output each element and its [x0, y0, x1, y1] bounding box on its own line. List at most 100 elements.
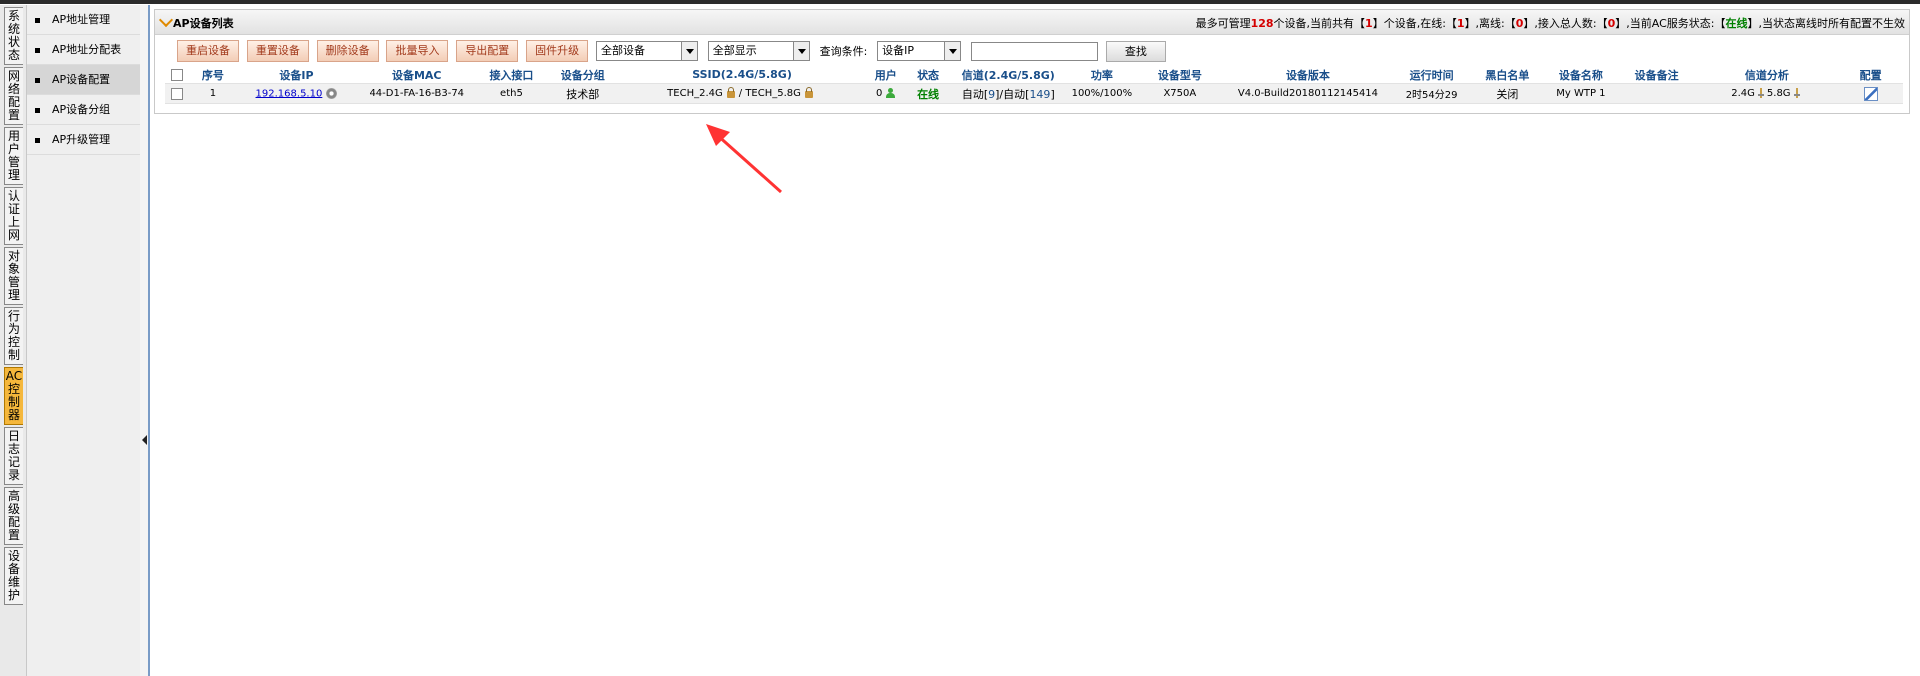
cell-channel-analysis: 2.4G 5.8G — [1695, 83, 1839, 104]
panel-title-text: AP设备列表 — [173, 17, 234, 30]
cell-power: 100%/100% — [1067, 83, 1137, 104]
chevron-down-icon[interactable] — [680, 42, 697, 60]
vtab-behavior-control[interactable]: 行为控制 — [4, 307, 23, 365]
vtab-auth[interactable]: 认证上网 — [4, 187, 23, 245]
chevron-down-icon[interactable] — [944, 42, 961, 60]
query-input[interactable] — [971, 41, 1098, 61]
vtab-advanced[interactable]: 高级配置 — [4, 487, 23, 545]
vtab-maintenance[interactable]: 设备维护 — [4, 547, 23, 605]
row-checkbox[interactable] — [171, 87, 184, 100]
vtab-ac-controller[interactable]: AC控制器 — [4, 367, 23, 425]
row-select — [165, 83, 190, 104]
submenu-item-ap-device-config[interactable]: AP设备配置 — [27, 65, 140, 95]
device-filter-select[interactable]: 全部设备 — [595, 41, 698, 61]
analysis-58g: 5.8G — [1766, 88, 1791, 99]
max-devices: 128 — [1250, 17, 1274, 30]
main-nav-tabs: 系统状态 网络配置 用户管理 认证上网 对象管理 行为控制 AC控制器 日志记录… — [0, 5, 27, 676]
cell-mac: 44-D1-FA-16-B3-74 — [356, 83, 477, 104]
bullet-icon — [35, 107, 40, 113]
analysis-24g: 2.4G — [1731, 88, 1755, 99]
antenna-icon[interactable] — [1793, 88, 1800, 98]
reboot-device-button[interactable]: 重启设备 — [177, 40, 239, 62]
header-channel-analysis: 信道分析 — [1744, 68, 1789, 82]
ssid-24g: TECH_2.4G — [667, 88, 723, 99]
reset-device-button[interactable]: 重置设备 — [246, 40, 309, 62]
firmware-upgrade-button[interactable]: 固件升级 — [526, 40, 589, 62]
collapse-arrow-icon[interactable] — [142, 435, 147, 445]
submenu-item-ap-group[interactable]: AP设备分组 — [27, 95, 140, 125]
toolbar: 重启设备 重置设备 删除设备 批量导入 导出配置 固件升级 全部设备 全部显示 … — [177, 40, 1166, 62]
query-field-select[interactable]: 设备IP — [877, 41, 962, 61]
status-badge: 在线 — [917, 87, 940, 101]
cell-channel: 自动[9]/自动[149] — [949, 83, 1068, 104]
device-filter-value: 全部设备 — [600, 44, 645, 57]
header-users: 用户 — [874, 68, 897, 82]
export-config-button[interactable]: 导出配置 — [456, 40, 519, 62]
delete-device-button[interactable]: 删除设备 — [316, 40, 379, 62]
submenu-item-label: AP设备配置 — [52, 73, 111, 86]
cell-uptime: 2时54分29 — [1392, 83, 1471, 104]
arrow-icon — [158, 12, 174, 28]
cell-version: V4.0-Build20180112145414 — [1223, 83, 1393, 104]
vtab-object-management[interactable]: 对象管理 — [4, 247, 23, 305]
submenu-item-label: AP升级管理 — [52, 133, 111, 146]
display-filter-select[interactable]: 全部显示 — [707, 41, 810, 61]
total-devices: 1 — [1365, 17, 1373, 30]
summary-text: 】个设备,在线:【 — [1372, 17, 1457, 30]
bullet-icon — [35, 47, 40, 53]
summary-text: 】,当状态离线时所有配置不生效 — [1747, 17, 1906, 30]
header-ip: 设备IP — [279, 68, 314, 82]
summary-text: 】,离线:【 — [1464, 17, 1516, 30]
user-icon[interactable] — [886, 88, 896, 98]
antenna-icon[interactable] — [1757, 88, 1764, 98]
header-uptime: 运行时间 — [1409, 68, 1454, 82]
header-channel: 信道(2.4G/5.8G) — [961, 68, 1055, 82]
header-mac: 设备MAC — [391, 68, 442, 82]
submenu-item-ap-address[interactable]: AP地址管理 — [27, 5, 140, 35]
vtab-user-management[interactable]: 用户管理 — [4, 127, 23, 185]
vtab-logs[interactable]: 日志记录 — [4, 427, 23, 485]
gear-icon[interactable] — [326, 87, 338, 99]
header-ssid: SSID(2.4G/5.8G) — [692, 68, 792, 81]
submenu-item-ap-upgrade[interactable]: AP升级管理 — [27, 125, 140, 155]
edit-icon[interactable] — [1863, 86, 1878, 101]
vtab-system-status[interactable]: 系统状态 — [4, 7, 23, 65]
device-ip-link[interactable]: 192.168.5.10 — [256, 88, 323, 99]
ssid-58g: TECH_5.8G — [745, 88, 801, 99]
header-interface: 接入接口 — [489, 68, 534, 82]
sidebar-collapse-handle[interactable] — [140, 5, 148, 676]
channel-24g: 9 — [988, 87, 996, 101]
bullet-icon — [35, 137, 40, 143]
header-name: 设备名称 — [1558, 68, 1603, 82]
select-all-header — [165, 66, 190, 84]
header-bwlist: 黑白名单 — [1485, 68, 1530, 82]
submenu-item-label: AP设备分组 — [52, 103, 111, 116]
channel-mode-58g: 自动 — [1003, 87, 1026, 101]
top-bar — [0, 0, 1920, 4]
display-filter-value: 全部显示 — [712, 44, 757, 57]
cell-ip: 192.168.5.10 — [236, 83, 357, 104]
header-status: 状态 — [917, 68, 940, 82]
ap-device-list-panel: AP设备列表 最多可管理128个设备,当前共有【1】个设备,在线:【1】,离线:… — [154, 9, 1910, 114]
submenu-item-label: AP地址分配表 — [52, 43, 122, 56]
select-all-checkbox[interactable] — [171, 69, 184, 81]
query-label: 查询条件: — [819, 45, 868, 58]
vtab-network-config[interactable]: 网络配置 — [4, 67, 23, 125]
query-field-value: 设备IP — [882, 44, 915, 57]
header-group: 设备分组 — [560, 68, 605, 82]
table-header-row: 序号 设备IP 设备MAC 接入接口 设备分组 SSID(2.4G/5.8G) … — [165, 66, 1903, 84]
cell-config — [1838, 83, 1903, 104]
annotation-arrow-head — [706, 124, 730, 146]
summary-text: 最多可管理 — [1195, 17, 1251, 30]
bullet-icon — [35, 77, 40, 83]
summary-text: 】,当前AC服务状态:【 — [1615, 17, 1726, 30]
user-count-value: 0 — [876, 88, 883, 99]
lock-icon — [726, 86, 735, 98]
submenu-item-ap-address-table[interactable]: AP地址分配表 — [27, 35, 140, 65]
channel-mode-24g: 自动 — [961, 87, 984, 101]
find-button[interactable]: 查找 — [1105, 40, 1166, 62]
batch-import-button[interactable]: 批量导入 — [386, 40, 449, 62]
cell-bwlist: 关闭 — [1470, 83, 1545, 104]
chevron-down-icon[interactable] — [792, 42, 809, 60]
summary-text: 】,接入总人数:【 — [1523, 17, 1608, 30]
